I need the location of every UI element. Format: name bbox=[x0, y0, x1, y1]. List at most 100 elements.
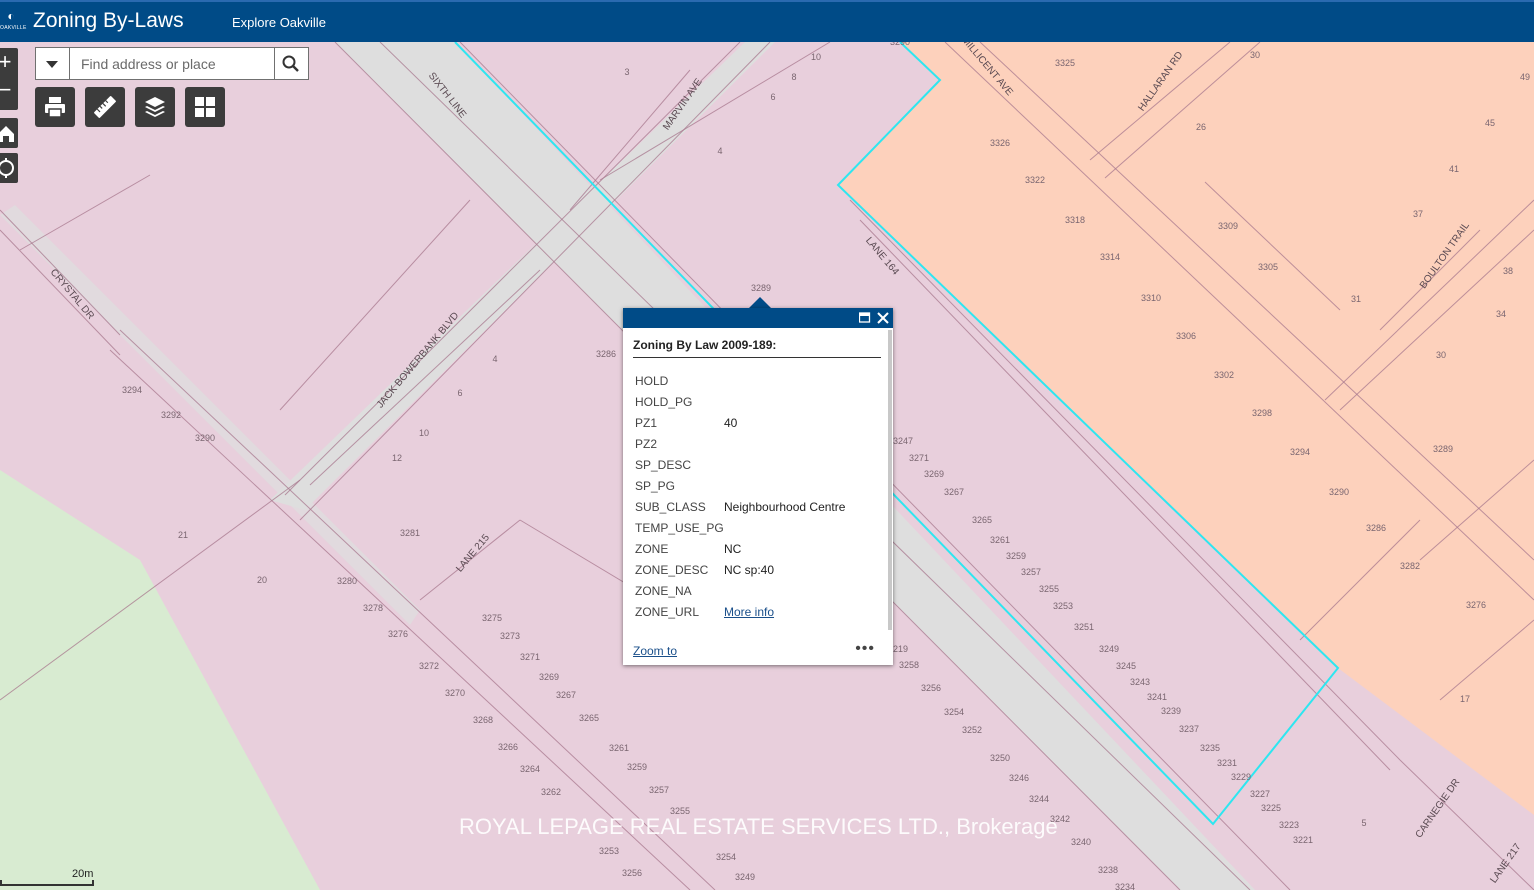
parcel-number: 3238 bbox=[1098, 865, 1118, 875]
parcel-number: 3271 bbox=[909, 453, 929, 463]
zoom-control: + − bbox=[0, 48, 18, 110]
parcel-number: 3234 bbox=[1115, 882, 1135, 890]
measure-button[interactable] bbox=[85, 87, 125, 127]
property-line bbox=[309, 269, 541, 486]
search-icon bbox=[282, 55, 299, 72]
parcel-number: 3265 bbox=[972, 515, 992, 525]
parcel-number: 3271 bbox=[520, 652, 540, 662]
close-icon[interactable] bbox=[877, 312, 889, 324]
parcel-number: 3306 bbox=[1176, 331, 1196, 341]
parcel-number: 3254 bbox=[716, 852, 736, 862]
oakville-logo[interactable]: ◐ OAKVILLE bbox=[0, 10, 26, 36]
app-header: ◐ OAKVILLE Zoning By-Laws Explore Oakvil… bbox=[0, 0, 1534, 42]
parcel-number: 3245 bbox=[1116, 661, 1136, 671]
attr-key: ZONE bbox=[635, 542, 669, 556]
parcel-number: 45 bbox=[1485, 118, 1495, 128]
scale-bar bbox=[0, 880, 94, 886]
parcel-number: 3314 bbox=[1100, 252, 1120, 262]
explore-oakville-link[interactable]: Explore Oakville bbox=[232, 15, 326, 30]
parcel-number: 3282 bbox=[1400, 561, 1420, 571]
parcel-number: 6 bbox=[457, 388, 462, 398]
print-button[interactable] bbox=[35, 87, 75, 127]
more-actions-button[interactable]: ••• bbox=[855, 640, 875, 658]
search-button[interactable] bbox=[274, 48, 308, 79]
parcel-number: 49 bbox=[1520, 72, 1530, 82]
more-info-link[interactable]: More info bbox=[724, 605, 774, 619]
parcel-number: 3326 bbox=[990, 138, 1010, 148]
layers-button[interactable] bbox=[135, 87, 175, 127]
parcel-number: 3 bbox=[624, 67, 629, 77]
attr-key: SP_DESC bbox=[635, 458, 692, 472]
basemap-gallery-button[interactable] bbox=[185, 87, 225, 127]
parcel-number: 3231 bbox=[1217, 758, 1237, 768]
parcel-number: 3262 bbox=[541, 787, 561, 797]
parcel-number: 3225 bbox=[1261, 803, 1281, 813]
parcel-number: 3292 bbox=[161, 410, 181, 420]
parcel-number: 37 bbox=[1413, 209, 1423, 219]
parcel-number: 3244 bbox=[1029, 794, 1049, 804]
parcel-number: 3305 bbox=[1258, 262, 1278, 272]
parcel-number: 3256 bbox=[622, 868, 642, 878]
print-icon bbox=[45, 97, 65, 118]
street-label: CARNEGIE DR bbox=[1414, 777, 1463, 840]
parcel-number: 3290 bbox=[195, 433, 215, 443]
attr-key: HOLD bbox=[635, 374, 669, 388]
search-input[interactable] bbox=[70, 48, 275, 79]
parcel-number: 3261 bbox=[990, 535, 1010, 545]
popup-scrollbar[interactable] bbox=[888, 330, 892, 630]
parcel-number: 26 bbox=[1196, 122, 1206, 132]
zoom-in-button[interactable]: + bbox=[0, 48, 18, 76]
parcel-number: 10 bbox=[419, 428, 429, 438]
parcel-number: 8 bbox=[791, 72, 796, 82]
home-button[interactable] bbox=[0, 118, 18, 148]
parcel-number: 3275 bbox=[482, 613, 502, 623]
parcel-number: 3294 bbox=[1290, 447, 1310, 457]
maximize-icon[interactable] bbox=[859, 312, 871, 324]
parcel-number: 3257 bbox=[1021, 567, 1041, 577]
locate-button[interactable] bbox=[0, 153, 18, 183]
parcel-number: 3269 bbox=[539, 672, 559, 682]
measure-icon bbox=[94, 96, 116, 118]
property-line bbox=[599, 42, 831, 181]
parcel-number: 6 bbox=[770, 92, 775, 102]
search-widget bbox=[35, 47, 309, 80]
locate-icon bbox=[0, 158, 14, 178]
parcel-number: 3255 bbox=[1039, 584, 1059, 594]
parcel-number: 3276 bbox=[1466, 600, 1486, 610]
property-line bbox=[19, 174, 151, 251]
parcel-number: 3286 bbox=[1366, 523, 1386, 533]
search-source-dropdown[interactable] bbox=[36, 48, 70, 79]
attr-key: ZONE_DESC bbox=[635, 563, 709, 577]
parcel-number: 3281 bbox=[400, 528, 420, 538]
attr-key: SUB_CLASS bbox=[635, 500, 706, 514]
attr-value: Neighbourhood Centre bbox=[724, 500, 846, 514]
parcel-number: 3259 bbox=[1006, 551, 1026, 561]
parcel-number: 3267 bbox=[944, 487, 964, 497]
parcel-number: 3309 bbox=[1218, 221, 1238, 231]
parcel-number: 3318 bbox=[1065, 215, 1085, 225]
parcel-number: 3290 bbox=[1329, 487, 1349, 497]
attr-key: ZONE_NA bbox=[635, 584, 692, 598]
parcel-number: 3221 bbox=[1293, 835, 1313, 845]
zoom-out-button[interactable]: − bbox=[0, 76, 18, 104]
parcel-number: 3237 bbox=[1179, 724, 1199, 734]
attr-value: 40 bbox=[724, 416, 738, 430]
parcel-number: 3254 bbox=[944, 707, 964, 717]
parcel-number: 3322 bbox=[1025, 175, 1045, 185]
popup-attributes: HOLD HOLD_PG PZ1 40 PZ2 SP_DESC SP_PG SU… bbox=[623, 364, 887, 644]
zoom-to-link[interactable]: Zoom to bbox=[633, 644, 677, 658]
parcel-number: 3310 bbox=[1141, 293, 1161, 303]
attr-key: HOLD_PG bbox=[635, 395, 693, 409]
park-zone bbox=[0, 470, 320, 890]
parcel-number: 21 bbox=[178, 530, 188, 540]
parcel-number: 3251 bbox=[1074, 622, 1094, 632]
parcel-number: 17 bbox=[1460, 694, 1470, 704]
parcel-number: 3269 bbox=[924, 469, 944, 479]
parcel-number: 3273 bbox=[500, 631, 520, 641]
parcel-number: 12 bbox=[392, 453, 402, 463]
parcel-number: 3259 bbox=[627, 762, 647, 772]
street-label: LANE 217 bbox=[1488, 841, 1523, 885]
attr-key: ZONE_URL bbox=[635, 605, 700, 619]
layers-icon bbox=[145, 97, 165, 117]
parcel-number: 4 bbox=[492, 354, 497, 364]
